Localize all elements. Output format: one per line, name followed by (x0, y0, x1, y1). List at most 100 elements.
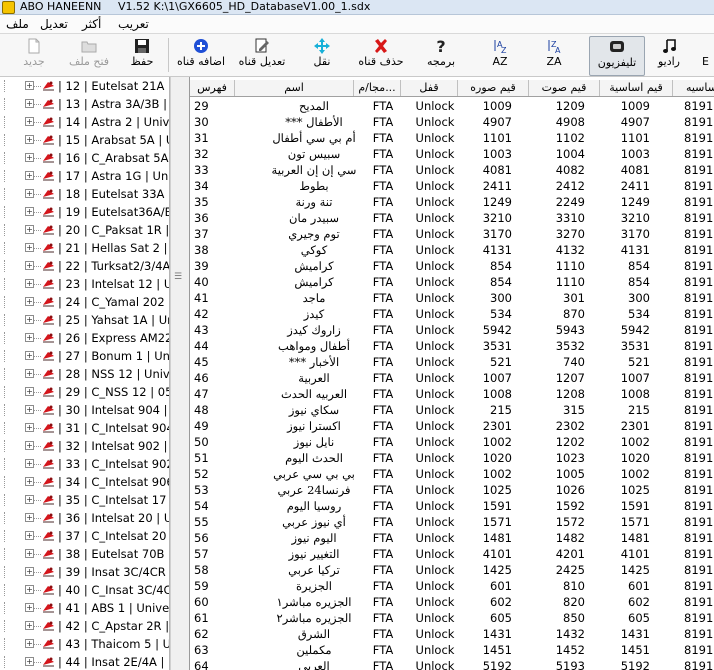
expand-plus-icon[interactable]: + (25, 153, 34, 162)
table-row[interactable]: 36 سبيدر مان FTA Unlock 3210 3310 3210 8191 (190, 210, 714, 226)
tree-item-satellite[interactable]: + | 33 | C_Intelsat 902 (0, 455, 169, 473)
expand-plus-icon[interactable]: + (25, 657, 34, 666)
expand-plus-icon[interactable]: + (25, 477, 34, 486)
expand-plus-icon[interactable]: + (25, 207, 34, 216)
expand-plus-icon[interactable]: + (25, 423, 34, 432)
tree-item-satellite[interactable]: + | 31 | C_Intelsat 904 (0, 419, 169, 437)
expand-plus-icon[interactable]: + (25, 639, 34, 648)
table-row[interactable]: 57 التغيير نيوز FTA Unlock 4101 4201 4101 8191 (190, 546, 714, 562)
expand-plus-icon[interactable]: + (25, 279, 34, 288)
expand-plus-icon[interactable]: + (25, 315, 34, 324)
table-row[interactable]: 58 تركيا عربي FTA Unlock 1425 2425 1425 8191 (190, 562, 714, 578)
expand-plus-icon[interactable]: + (25, 531, 34, 540)
expand-plus-icon[interactable]: + (25, 99, 34, 108)
channel-table[interactable]: فهرس اسم مجا/م... قفل قيم صوره قيم صوت ق… (189, 77, 714, 670)
tree-item-satellite[interactable]: + | 15 | Arabsat 5A | U (0, 131, 169, 149)
table-row[interactable]: 45 الأخبار *** FTA Unlock 521 740 521 8191 (190, 354, 714, 370)
tree-item-satellite[interactable]: + | 39 | Insat 3C/4CR | (0, 563, 169, 581)
table-row[interactable]: 61 الجزيره مباشر٢ FTA Unlock 605 850 605 8191 (190, 610, 714, 626)
table-row[interactable]: 63 مكملين FTA Unlock 1451 1452 1451 8191 (190, 642, 714, 658)
tree-item-satellite[interactable]: + | 34 | C_Intelsat 906 (0, 473, 169, 491)
table-row[interactable]: 59 الجزيرة FTA Unlock 601 810 601 8191 (190, 578, 714, 594)
tree-item-satellite[interactable]: + | 25 | Yahsat 1A | Un (0, 311, 169, 329)
radio-mode-button[interactable]: راديو (652, 36, 686, 74)
menu-edit[interactable]: تعديل (40, 16, 68, 32)
tree-item-satellite[interactable]: + | 12 | Eutelsat 21A | (0, 77, 169, 95)
table-row[interactable]: 47 العربيه الحدث FTA Unlock 1008 1208 1008 8191 (190, 386, 714, 402)
table-row[interactable]: 48 سكاي نيوز FTA Unlock 215 315 215 8191 (190, 402, 714, 418)
tree-item-satellite[interactable]: + | 26 | Express AM22 (0, 329, 169, 347)
tree-item-satellite[interactable]: + | 18 | Eutelsat 33A | (0, 185, 169, 203)
expand-plus-icon[interactable]: + (25, 603, 34, 612)
tree-item-satellite[interactable]: + | 16 | C_Arabsat 5A (0, 149, 169, 167)
tree-item-satellite[interactable]: + | 23 | Intelsat 12 | Ur (0, 275, 169, 293)
splitter[interactable]: ☰ (170, 77, 189, 670)
table-row[interactable]: 62 الشرق FTA Unlock 1431 1432 1431 8191 (190, 626, 714, 642)
tree-item-satellite[interactable]: + | 42 | C_Apstar 2R | ( (0, 617, 169, 635)
expand-plus-icon[interactable]: + (25, 297, 34, 306)
expand-plus-icon[interactable]: + (25, 351, 34, 360)
tree-item-satellite[interactable]: + | 41 | ABS 1 | Univer (0, 599, 169, 617)
table-row[interactable]: 53 فرنسا24 عربي FTA Unlock 1025 1026 1025 8191 (190, 482, 714, 498)
table-row[interactable]: 35 تنة ورنة FTA Unlock 1249 2249 1249 8191 (190, 194, 714, 210)
tree-item-satellite[interactable]: + | 17 | Astra 1G | Univ (0, 167, 169, 185)
expand-plus-icon[interactable]: + (25, 243, 34, 252)
table-row[interactable]: 32 سبيس تون FTA Unlock 1003 1004 1003 8191 (190, 146, 714, 162)
tree-item-satellite[interactable]: + | 38 | Eutelsat 70B | U (0, 545, 169, 563)
expand-plus-icon[interactable]: + (25, 567, 34, 576)
save-button[interactable]: حفظ (124, 36, 160, 74)
table-row[interactable]: 51 الحدث اليوم FTA Unlock 1020 1023 1020 8191 (190, 450, 714, 466)
expand-plus-icon[interactable]: + (25, 459, 34, 468)
delete-channel-button[interactable]: حذف قناه (356, 36, 406, 74)
expand-plus-icon[interactable]: + (25, 549, 34, 558)
table-row[interactable]: 52 بي بي سي عربي FTA Unlock 1002 1005 1002 8191 (190, 466, 714, 482)
menu-file[interactable]: ملف (6, 16, 29, 32)
tree-item-satellite[interactable]: + | 43 | Thaicom 5 | Uni (0, 635, 169, 653)
expand-plus-icon[interactable]: + (25, 189, 34, 198)
tree-item-satellite[interactable]: + | 30 | Intelsat 904 | U (0, 401, 169, 419)
col-index[interactable]: فهرس (190, 80, 235, 96)
table-row[interactable]: 44 أطفال ومواهب FTA Unlock 3531 3532 3531 8191 (190, 338, 714, 354)
col-service[interactable]: اساسيه (673, 80, 714, 96)
tree-item-satellite[interactable]: + | 22 | Turksat2/3/4A (0, 257, 169, 275)
tree-item-satellite[interactable]: + | 29 | C_NSS 12 | 051 (0, 383, 169, 401)
table-row[interactable]: 50 نايل نيوز FTA Unlock 1002 1202 1002 8191 (190, 434, 714, 450)
edit-channel-button[interactable]: تعديل قناه (234, 36, 290, 74)
col-name[interactable]: اسم (235, 80, 354, 96)
col-lock[interactable]: قفل (401, 80, 458, 96)
tree-item-satellite[interactable]: + | 32 | Intelsat 902 | U (0, 437, 169, 455)
expand-plus-icon[interactable]: + (25, 333, 34, 342)
tree-item-satellite[interactable]: + | 20 | C_Paksat 1R | ( (0, 221, 169, 239)
satellite-tree[interactable]: + | 12 | Eutelsat 21A | + | 13 | Astra 3A/3… (0, 77, 170, 670)
tree-item-satellite[interactable]: + | 14 | Astra 2 | Univer (0, 113, 169, 131)
expand-plus-icon[interactable]: + (25, 225, 34, 234)
new-button[interactable]: جديد (16, 36, 52, 74)
tree-item-satellite[interactable]: + | 27 | Bonum 1 | Univ (0, 347, 169, 365)
col-audio-pid[interactable]: قيم صوت (529, 80, 600, 96)
tree-item-satellite[interactable]: + | 35 | C_Intelsat 17 | (0, 491, 169, 509)
expand-plus-icon[interactable]: + (25, 585, 34, 594)
menu-localize[interactable]: تعريب (118, 16, 149, 32)
tree-item-satellite[interactable]: + | 36 | Intelsat 20 | Ur (0, 509, 169, 527)
expand-plus-icon[interactable]: + (25, 81, 34, 90)
table-row[interactable]: 54 روسيا اليوم FTA Unlock 1591 1592 1591 8191 (190, 498, 714, 514)
table-row[interactable]: 33 سي إن إن العربية FTA Unlock 4081 4082 4081 8… (190, 162, 714, 178)
tv-mode-button[interactable]: تليفزيون (589, 36, 645, 76)
expand-plus-icon[interactable]: + (25, 405, 34, 414)
expand-plus-icon[interactable]: + (25, 387, 34, 396)
expand-plus-icon[interactable]: + (25, 513, 34, 522)
table-row[interactable]: 37 توم وجيري FTA Unlock 3170 3270 3170 8191 (190, 226, 714, 242)
tree-item-satellite[interactable]: + | 28 | NSS 12 | Unive (0, 365, 169, 383)
table-row[interactable]: 41 ماجد FTA Unlock 300 301 300 8191 (190, 290, 714, 306)
table-row[interactable]: 31 أم بي سي أطفال FTA Unlock 1101 1102 1101 819… (190, 130, 714, 146)
tree-item-satellite[interactable]: + | 40 | C_Insat 3C/4CF (0, 581, 169, 599)
table-row[interactable]: 64 العربي FTA Unlock 5192 5193 5192 8191 (190, 658, 714, 670)
expand-plus-icon[interactable]: + (25, 135, 34, 144)
expand-plus-icon[interactable]: + (25, 621, 34, 630)
expand-plus-icon[interactable]: + (25, 369, 34, 378)
tree-item-satellite[interactable]: + | 13 | Astra 3A/3B | U (0, 95, 169, 113)
table-row[interactable]: 38 كوكي FTA Unlock 4131 4132 4131 8191 (190, 242, 714, 258)
col-video-pid[interactable]: قيم صوره (458, 80, 529, 96)
tree-item-satellite[interactable]: + | 21 | Hellas Sat 2 | U (0, 239, 169, 257)
table-row[interactable]: 42 كيدز FTA Unlock 534 870 534 8191 (190, 306, 714, 322)
